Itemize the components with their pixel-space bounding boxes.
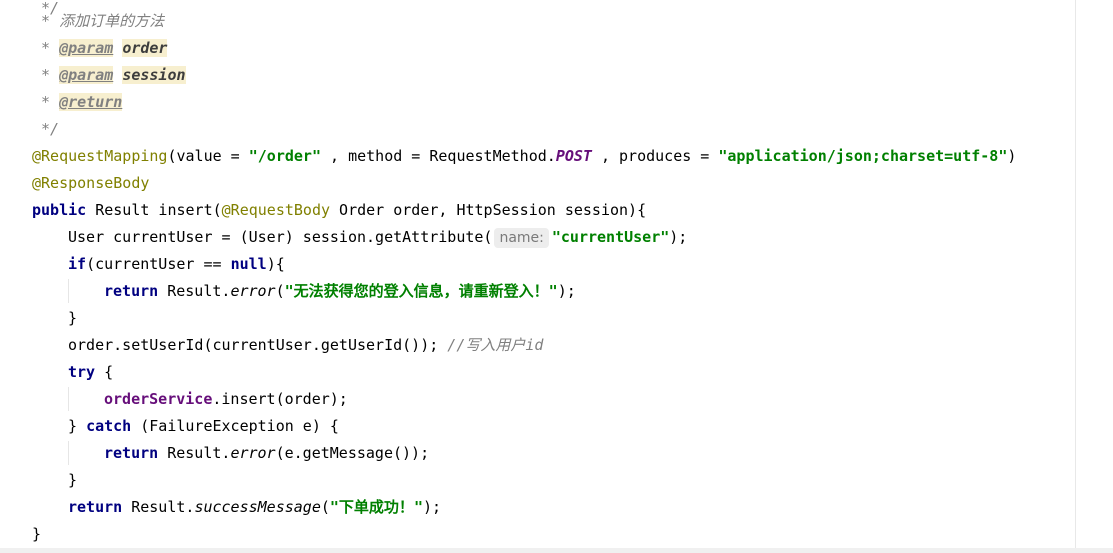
code-line-21: }: [32, 525, 42, 543]
indent-guide: [68, 441, 69, 465]
code-line-7: @RequestMapping(value = "/order" , metho…: [32, 147, 1017, 165]
line-comment: //写入用户id: [447, 336, 544, 354]
comment-star: *: [32, 93, 60, 111]
param-name-session: session: [122, 66, 186, 84]
static-method: error: [230, 444, 276, 462]
comment-star: *: [32, 39, 60, 57]
keyword: null: [230, 255, 267, 273]
code-line-13: }: [68, 309, 78, 327]
code-line-14: order.setUserId(currentUser.getUserId())…: [68, 336, 544, 354]
comment-star: *: [32, 66, 60, 84]
code-line-16: orderService.insert(order);: [104, 390, 348, 408]
horizontal-scrollbar[interactable]: [0, 548, 1113, 553]
keyword: public: [32, 201, 87, 219]
code-line-8: @ResponseBody: [32, 170, 149, 197]
code-line-9: public Result insert(@RequestBody Order …: [32, 201, 647, 219]
comment-end: */: [32, 120, 60, 138]
javadoc-param-tag: @param: [59, 66, 114, 84]
field-order-service: orderService: [104, 390, 213, 408]
code-line-19: }: [68, 471, 78, 489]
string-literal: "无法获得您的登入信息，请重新登入！": [284, 282, 558, 300]
keyword: return: [104, 282, 159, 300]
code-line-10: User currentUser = (User) session.getAtt…: [68, 228, 688, 248]
javadoc-param-tag: @param: [59, 39, 114, 57]
keyword: catch: [86, 417, 132, 435]
keyword: return: [68, 498, 123, 516]
code-line-4: * @param session: [32, 62, 186, 89]
code-line-3: * @param order: [32, 35, 168, 62]
keyword: if: [68, 255, 87, 273]
code-editor[interactable]: */ * 添加订单的方法 * @param order * @param ses…: [0, 0, 1075, 548]
string-literal: "下单成功！": [329, 498, 423, 516]
indent-guide: [68, 279, 69, 303]
indent-guide: [68, 387, 69, 411]
editor-right-margin: [1075, 0, 1076, 548]
string-literal: "application/json;charset=utf-8": [718, 147, 1008, 165]
code-line-11: if(currentUser == null){: [68, 255, 285, 273]
keyword: try: [68, 363, 96, 381]
code-line-20: return Result.successMessage("下单成功！");: [68, 498, 442, 516]
keyword: return: [104, 444, 159, 462]
static-method: error: [230, 282, 276, 300]
code-line-6: */: [32, 116, 59, 143]
request-mapping-annotation: @RequestMapping: [32, 147, 168, 165]
code-line-17: } catch (FailureException e) {: [68, 417, 339, 435]
request-body-annotation: @RequestBody: [221, 201, 331, 219]
code-line-18: return Result.error(e.getMessage());: [104, 444, 430, 462]
comment-description: * 添加订单的方法: [32, 12, 165, 30]
code-line-12: return Result.error("无法获得您的登入信息，请重新登入！")…: [104, 282, 576, 300]
string-literal: "/order": [248, 147, 321, 165]
code-line-15: try {: [68, 363, 114, 381]
javadoc-return-tag: @return: [59, 93, 123, 111]
param-name-order: order: [122, 39, 168, 57]
static-method: successMessage: [194, 498, 321, 516]
response-body-annotation: @ResponseBody: [32, 174, 150, 192]
string-literal: "currentUser": [551, 228, 670, 246]
code-line-5: * @return: [32, 89, 123, 116]
parameter-hint: name:: [494, 228, 549, 248]
code-line-2: * 添加订单的方法: [32, 8, 164, 35]
enum-constant-post: POST: [555, 147, 592, 165]
